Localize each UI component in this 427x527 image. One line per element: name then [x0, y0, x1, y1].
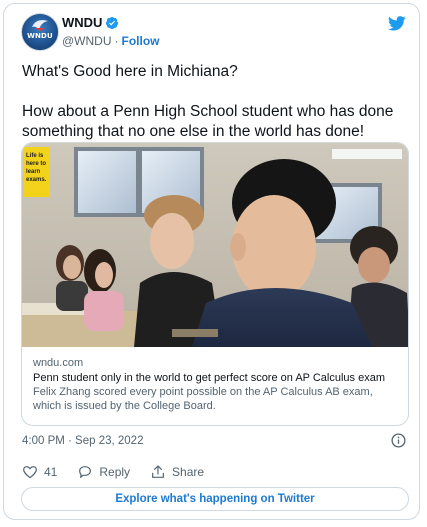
- author-handle-row: @WNDU · Follow: [62, 34, 160, 48]
- wndu-logo-icon: [32, 20, 48, 31]
- reply-label: Reply: [99, 465, 131, 479]
- link-title[interactable]: Penn student only in the world to get pe…: [33, 371, 403, 385]
- link-preview-card[interactable]: Life is here to learn exams. wndu.com Pe…: [21, 142, 409, 426]
- verified-badge-icon: [106, 16, 119, 29]
- share-icon: [152, 465, 164, 478]
- heart-icon: [23, 466, 37, 479]
- link-description: Felix Zhang scored every point possible …: [33, 386, 373, 412]
- author-avatar[interactable]: WNDU: [21, 13, 59, 51]
- tweet-text: What's Good here in Michiana? How about …: [22, 63, 394, 140]
- tweet-embed-card: WNDU WNDU @WNDU · Follow What's Good her…: [3, 3, 420, 520]
- reply-button[interactable]: Reply: [77, 464, 130, 480]
- twitter-bird-icon[interactable]: [388, 16, 406, 31]
- author-name[interactable]: WNDU: [62, 15, 102, 30]
- explore-twitter-button[interactable]: Explore what's happening on Twitter: [21, 487, 409, 511]
- handle-separator: ·: [114, 34, 119, 48]
- reply-bubble-icon: [79, 466, 92, 478]
- author-handle[interactable]: @WNDU: [62, 34, 112, 48]
- tweet-actions: 41 Reply Share: [22, 464, 224, 480]
- share-button[interactable]: Share: [150, 464, 204, 480]
- info-icon[interactable]: [391, 433, 406, 448]
- news-photo: Life is here to learn exams.: [22, 143, 408, 347]
- like-button[interactable]: 41: [22, 464, 57, 480]
- avatar-logo-text: WNDU: [27, 32, 53, 40]
- author-name-row: WNDU: [62, 15, 119, 30]
- like-count: 41: [44, 465, 58, 479]
- follow-link[interactable]: Follow: [122, 34, 160, 48]
- tweet-timestamp[interactable]: 4:00 PM · Sep 23, 2022: [22, 435, 143, 447]
- link-domain: wndu.com: [33, 357, 84, 369]
- share-label: Share: [172, 465, 205, 479]
- link-card-meta: wndu.com Penn student only in the world …: [33, 356, 403, 413]
